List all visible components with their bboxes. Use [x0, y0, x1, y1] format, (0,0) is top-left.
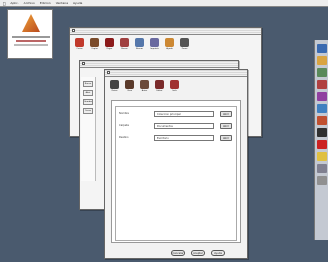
main-tool-1[interactable]: Datos [109, 80, 120, 93]
tool-label: Cortar [76, 48, 83, 50]
tool-icon [170, 80, 179, 89]
alert-icon[interactable] [316, 140, 327, 149]
back-tool-7[interactable]: Ayuda [164, 38, 175, 51]
tool-label: Copiar [91, 48, 98, 50]
trash-icon[interactable] [316, 176, 327, 185]
tool-label: Salir [172, 90, 177, 92]
sidebar-button-open[interactable]: Abrir [83, 90, 93, 96]
menu-item-2[interactable]: Archivo [24, 1, 35, 5]
tool-icon [155, 80, 164, 89]
row-3-button[interactable]: Abrir [220, 135, 232, 141]
close-icon[interactable] [82, 62, 85, 65]
sidebar: Nuevo Abrir Guardar Cerrar [81, 77, 96, 181]
app-logo-icon [22, 14, 40, 32]
about-window[interactable] [7, 9, 53, 59]
tool-label: Obra [127, 90, 132, 92]
about-text-line [14, 44, 48, 46]
paint-icon[interactable] [316, 80, 327, 89]
about-text-line [12, 36, 50, 38]
field-1[interactable]: Coleccion principal [154, 111, 214, 117]
movie-icon[interactable] [316, 128, 327, 137]
tool-icon [135, 38, 144, 47]
tool-label: Zoom [181, 48, 188, 50]
tool-icon [105, 38, 114, 47]
title-bar[interactable] [105, 70, 247, 77]
tool-label: Ayuda [166, 48, 173, 50]
field-3[interactable]: Escritorio [154, 135, 214, 141]
main-tool-2[interactable]: Obra [124, 80, 135, 93]
form-panel: Nombre Coleccion principal Abrir Carpeta… [111, 100, 241, 243]
about-text-line [16, 40, 46, 42]
back-tool-4[interactable]: Borrar [119, 38, 130, 51]
title-bar[interactable] [70, 28, 261, 35]
help-button[interactable]: Ayuda [211, 250, 225, 256]
back-tool-5[interactable]: Buscar [134, 38, 145, 51]
back-tool-3[interactable]: Pegar [104, 38, 115, 51]
menu-item-1[interactable]: Aplic. [10, 1, 18, 5]
tool-icon [150, 38, 159, 47]
row-1-button[interactable]: Abrir [220, 111, 232, 117]
tool-label: Datos [111, 90, 118, 92]
back-tool-2[interactable]: Copiar [89, 38, 100, 51]
sidebar-button-save[interactable]: Guardar [83, 99, 93, 105]
close-icon[interactable] [72, 29, 75, 32]
apple-menu-icon[interactable]:  [3, 1, 5, 6]
tool-icon [165, 38, 174, 47]
cancel-button[interactable]: Cancelar [171, 250, 185, 256]
tool-label: Imprimir [150, 48, 159, 50]
content-list[interactable]: Nombre Coleccion principal Abrir Carpeta… [115, 106, 237, 241]
title-bar[interactable] [80, 61, 238, 68]
tool-icon [125, 80, 134, 89]
tool-label: Borrar [121, 48, 128, 50]
tool-icon [120, 38, 129, 47]
tool-label: Editar [156, 90, 163, 92]
tool-label: Pegar [106, 48, 113, 50]
ok-button[interactable]: Aceptar [191, 250, 205, 256]
folder-icon[interactable] [316, 56, 327, 65]
close-icon[interactable] [107, 71, 110, 74]
sidebar-button-new[interactable]: Nuevo [83, 81, 93, 87]
mail-icon[interactable] [316, 68, 327, 77]
sidebar-button-close[interactable]: Cerrar [83, 108, 93, 114]
main-tool-5[interactable]: Salir [169, 80, 180, 93]
main-tool-4[interactable]: Editar [154, 80, 165, 93]
tool-icon [180, 38, 189, 47]
tool-label: Autor [141, 90, 148, 92]
menu-bar:  Aplic. Archivo Edicion Ventana Ayuda [0, 0, 328, 7]
menu-item-4[interactable]: Ventana [56, 1, 68, 5]
row-label-1: Nombre [119, 112, 129, 115]
music-icon[interactable] [316, 92, 327, 101]
row-label-2: Carpeta [119, 124, 129, 127]
tool-icon [110, 80, 119, 89]
tool-icon [75, 38, 84, 47]
settings-icon[interactable] [316, 164, 327, 173]
tool-row: Datos Obra Autor Editar Salir [105, 77, 247, 96]
back-tool-6[interactable]: Imprimir [149, 38, 160, 51]
tool-icon [140, 80, 149, 89]
menu-item-3[interactable]: Edicion [40, 1, 51, 5]
notes-icon[interactable] [316, 152, 327, 161]
tool-icon [90, 38, 99, 47]
field-2[interactable]: Documentos [154, 123, 214, 129]
calendar-icon[interactable] [316, 116, 327, 125]
row-label-3: Destino [119, 136, 129, 139]
globe-icon[interactable] [316, 44, 327, 53]
main-dialog[interactable]: Datos Obra Autor Editar Salir Nombre Colecci… [104, 69, 248, 259]
tool-label: Buscar [136, 48, 143, 50]
main-tool-3[interactable]: Autor [139, 80, 150, 93]
menu-item-5[interactable]: Ayuda [73, 1, 82, 5]
photo-icon[interactable] [316, 104, 327, 113]
back-tool-1[interactable]: Cortar [74, 38, 85, 51]
tool-row: Cortar Copiar Pegar Borrar Buscar Imprimir Ayu… [70, 35, 261, 54]
row-2-button[interactable]: Abrir [220, 123, 232, 129]
dock [314, 40, 328, 240]
back-tool-8[interactable]: Zoom [179, 38, 190, 51]
